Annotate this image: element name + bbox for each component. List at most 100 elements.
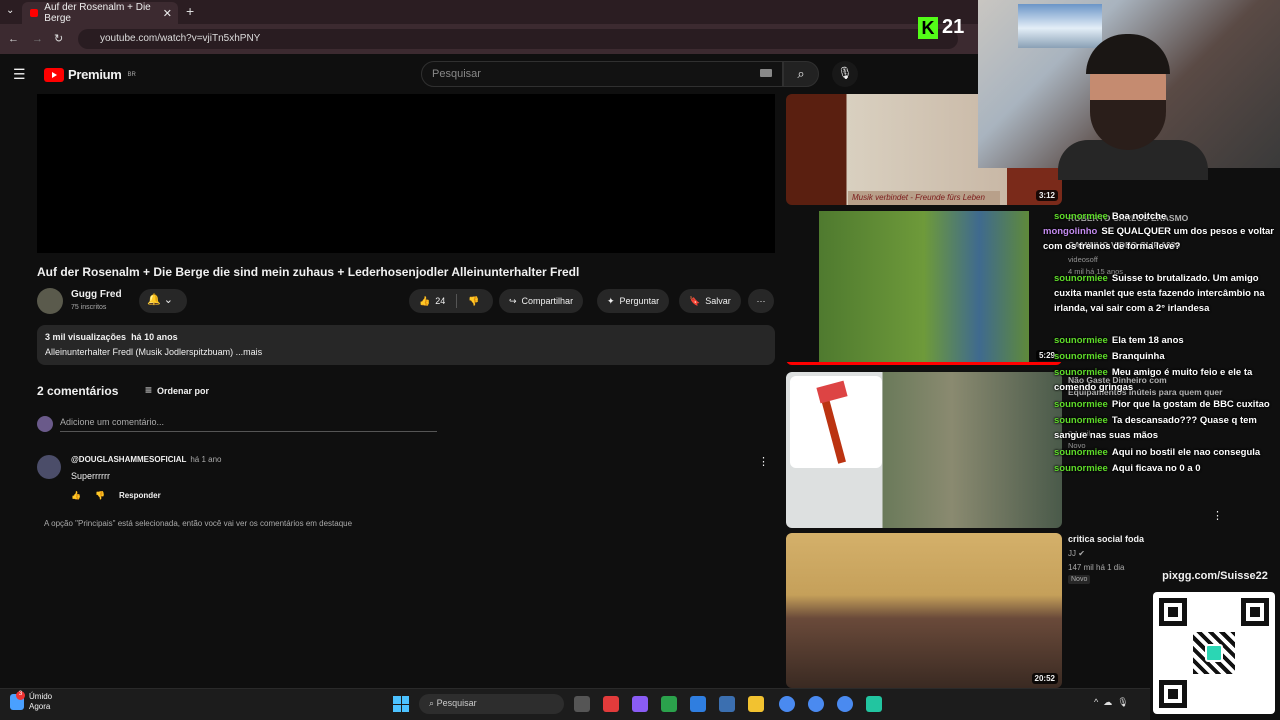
ask-label: Perguntar	[619, 296, 660, 306]
more-actions-button[interactable]: ···	[748, 289, 774, 313]
youtube-play-icon	[44, 67, 64, 82]
youtube-premium-logo[interactable]: Premium BR	[44, 67, 136, 82]
share-icon: ↪	[509, 295, 517, 306]
comment-author[interactable]: @DOUGLASHAMMESOFICIAL há 1 ano	[71, 455, 222, 464]
recommended-video-title[interactable]: critica social foda	[1068, 534, 1144, 544]
bookmark-icon: 🔖	[689, 295, 701, 306]
chat-message: sounormiee Boa noitche	[1054, 209, 1274, 224]
description-box[interactable]: 3 mil visualizações há 10 anos Alleinunt…	[37, 325, 775, 365]
upload-age: há 10 anos	[131, 332, 178, 342]
thumbnail-banner: Musik verbindet - Freunde fürs Leben	[848, 191, 1000, 205]
mail-icon[interactable]	[719, 696, 735, 712]
sort-button[interactable]: ≡ Ordenar por	[145, 383, 209, 397]
chrome-icon[interactable]	[808, 696, 824, 712]
menu-icon[interactable]: ☰	[13, 66, 26, 83]
sort-label: Ordenar por	[157, 386, 210, 396]
new-tab-icon[interactable]: +	[186, 3, 194, 19]
chat-username: mongolinho	[1043, 226, 1098, 237]
notification-bell-button[interactable]: 🔔 ⌄	[139, 289, 187, 313]
add-comment-placeholder: Adicione um comentário...	[60, 417, 165, 427]
save-button[interactable]: 🔖 Salvar	[679, 289, 741, 313]
search-icon: ⌕	[429, 698, 435, 708]
weather-widget[interactable]: 3 Úmido Agora	[10, 691, 53, 712]
tab-list-icon[interactable]: ⌄	[6, 5, 14, 16]
keyboard-icon[interactable]	[760, 69, 772, 77]
search-input[interactable]: Pesquisar	[421, 61, 783, 87]
thumbs-up-icon: 👍	[419, 295, 431, 306]
qr-finder	[1159, 680, 1187, 708]
taskbar-search-placeholder: Pesquisar	[436, 698, 477, 708]
chat-message: sounormiee Aqui no bostil ele nao consegu…	[1054, 445, 1276, 460]
comment-author-avatar[interactable]	[37, 455, 61, 479]
forward-icon[interactable]: →	[32, 33, 43, 45]
save-label: Salvar	[705, 296, 731, 306]
voice-search-button[interactable]: 🎙	[832, 61, 858, 87]
app-icon[interactable]	[603, 696, 619, 712]
recommendation-menu-icon[interactable]: ⋮	[1212, 509, 1223, 522]
streamer-webcam	[978, 0, 1280, 180]
chat-text: Aqui no bostil ele nao consegula	[1111, 447, 1261, 458]
comment-like-icon[interactable]: 👍	[71, 491, 81, 500]
description-text: Alleinunterhalter Fredl (Musik Jodlerspi…	[45, 347, 263, 357]
chevron-down-icon: ⌄	[163, 294, 173, 306]
chat-message: sounormiee Ela tem 18 anos	[1054, 333, 1274, 348]
video-duration: 20:52	[1031, 673, 1058, 684]
chat-message: mongolinho SE QUALQUER um dos pesos e vol…	[1043, 224, 1277, 254]
back-icon[interactable]: ←	[8, 33, 19, 45]
file-explorer-icon[interactable]	[748, 696, 764, 712]
chat-text: Aqui ficava no 0 a 0	[1111, 463, 1201, 474]
weather-icon: 3	[10, 691, 25, 710]
recommended-video-thumbnail[interactable]: 5:29	[786, 211, 1062, 365]
comment-menu-icon[interactable]: ⋮	[758, 455, 769, 468]
chat-message: sounormiee Pior que la gostam de BBC cuxi…	[1054, 397, 1276, 412]
recommended-video-thumbnail[interactable]	[786, 372, 1062, 528]
weather-label: Úmido	[29, 692, 53, 701]
windows-start-icon[interactable]	[393, 696, 409, 712]
comments-hint: A opção "Principais" está selecionada, e…	[44, 519, 353, 528]
chrome-icon[interactable]	[779, 696, 795, 712]
like-button[interactable]: 👍 24 👎	[409, 289, 493, 313]
chat-username: sounormiee	[1054, 367, 1108, 378]
chat-username: sounormiee	[1054, 463, 1108, 474]
share-button[interactable]: ↪ Compartilhar	[499, 289, 584, 313]
recommended-meta: 147 mil há 1 dia	[1068, 563, 1125, 572]
vpn-icon[interactable]	[632, 696, 648, 712]
verified-icon: ✔	[1078, 549, 1085, 558]
thumbs-down-icon[interactable]: 👎	[468, 296, 479, 307]
chat-username: sounormiee	[1054, 211, 1108, 222]
ask-button[interactable]: ✦ Perguntar	[597, 289, 670, 313]
url-field[interactable]: youtube.com/watch?v=vjiTn5xhPNY	[78, 29, 958, 49]
logo-text: Premium	[68, 67, 122, 82]
comment-dislike-icon[interactable]: 👎	[95, 491, 105, 500]
search-button[interactable]: ⌕	[783, 61, 819, 87]
browser-tab[interactable]: Auf der Rosenalm + Die Berge ✕	[22, 2, 178, 24]
recommended-channel[interactable]: JJ ✔	[1068, 549, 1085, 558]
xbox-icon[interactable]	[661, 696, 677, 712]
chat-message: sounormiee Ta descansado??? Quase q tem s…	[1054, 413, 1274, 443]
reply-button[interactable]: Responder	[119, 491, 161, 500]
task-view-icon[interactable]	[574, 696, 590, 712]
add-comment-input[interactable]: Adicione um comentário...	[60, 417, 437, 432]
chrome-icon[interactable]	[837, 696, 853, 712]
notepad-icon[interactable]	[690, 696, 706, 712]
ghost-text: videosoff	[1068, 255, 1098, 264]
close-tab-icon[interactable]: ✕	[163, 7, 172, 20]
axe-image	[790, 376, 882, 468]
chat-message: sounormiee Aqui ficava no 0 a 0	[1054, 461, 1274, 476]
app-icon[interactable]	[866, 696, 882, 712]
reload-icon[interactable]: ↻	[54, 32, 63, 45]
kick-logo: K	[918, 16, 938, 39]
recommended-video-thumbnail[interactable]: 20:52	[786, 533, 1062, 688]
channel-name[interactable]: Gugg Fred	[71, 289, 122, 300]
taskbar-search[interactable]: ⌕ Pesquisar	[419, 694, 564, 714]
pix-qr-code	[1153, 592, 1275, 714]
system-tray[interactable]: ^ ☁ 🎙	[1094, 697, 1129, 708]
search-icon: ⌕	[797, 66, 805, 81]
like-count: 24	[435, 296, 446, 306]
video-duration: 3:12	[1035, 190, 1058, 201]
recommended-channel-name: JJ	[1068, 549, 1076, 558]
channel-avatar[interactable]	[37, 288, 63, 314]
chat-username: sounormiee	[1054, 415, 1108, 426]
comment-count: 2 comentários	[37, 384, 119, 398]
video-player[interactable]	[37, 94, 775, 253]
